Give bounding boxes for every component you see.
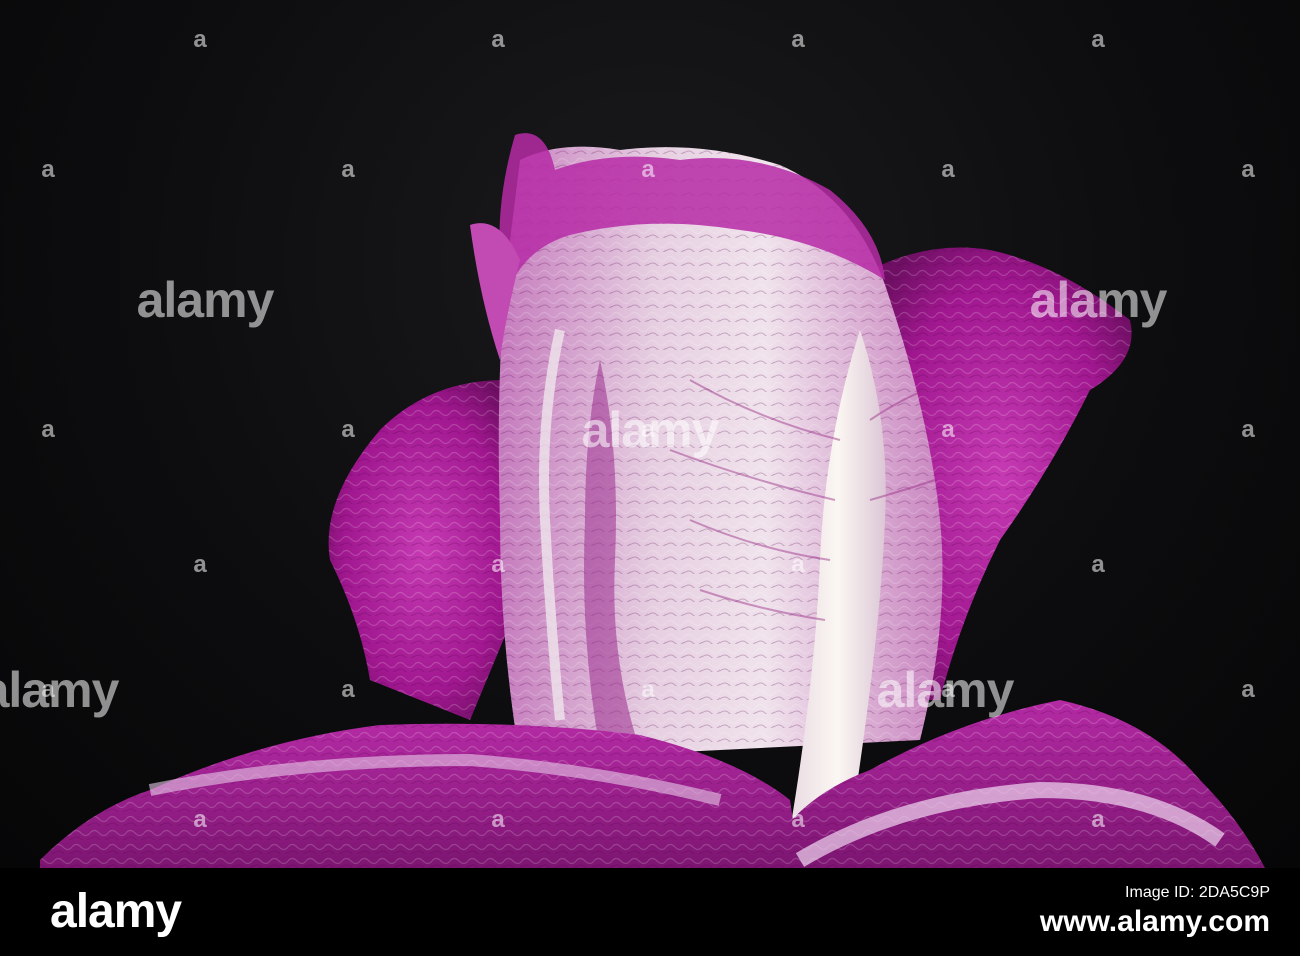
- purple-napa-cabbage-illustration: [40, 133, 1265, 868]
- cabbage-photo: a a a a a a a a a a a a a a a a a a a a a a a a a a a alamy alamy ala…: [0, 0, 1300, 868]
- image-id: Image ID: 2DA5C9P: [1125, 884, 1270, 901]
- brand-logo[interactable]: alamy: [50, 886, 182, 938]
- footer-bar: alamy Image ID: 2DA5C9P www.alamy.com: [0, 868, 1300, 956]
- image-info: Image ID: 2DA5C9P www.alamy.com: [1040, 882, 1270, 940]
- site-url[interactable]: www.alamy.com: [1040, 904, 1270, 940]
